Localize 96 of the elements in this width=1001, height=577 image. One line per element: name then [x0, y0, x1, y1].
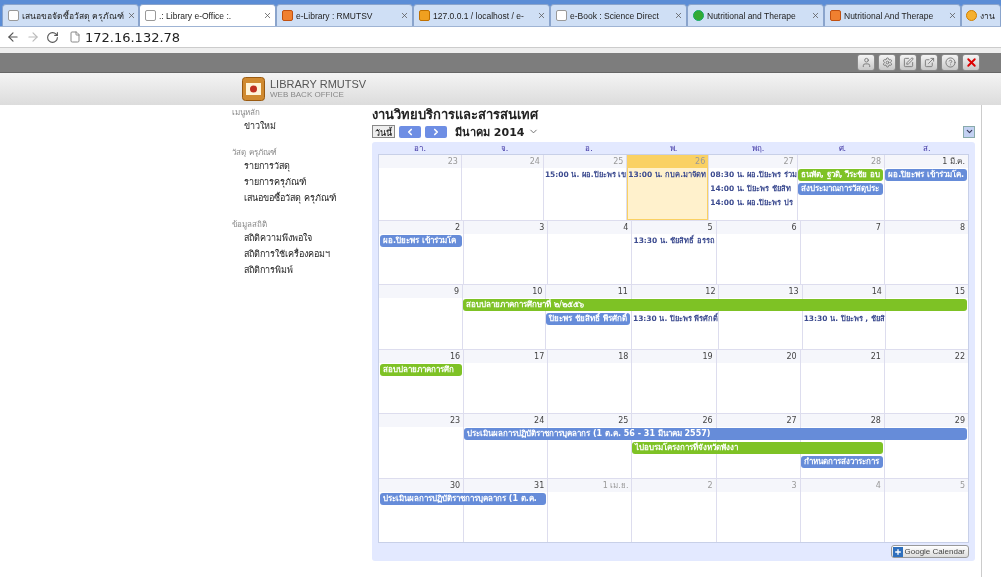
day-number[interactable]: 24 [464, 414, 548, 427]
day-number[interactable]: 7 [800, 220, 884, 234]
day-number[interactable]: 18 [548, 349, 632, 363]
favicon-icon [966, 10, 977, 21]
day-number[interactable]: 13 [719, 285, 802, 298]
close-icon[interactable] [400, 11, 409, 20]
sidebar-link[interactable]: รายการครุภัณฑ์ [232, 174, 368, 190]
logo-icon [242, 77, 265, 101]
day-number[interactable]: 11 [546, 285, 631, 298]
favicon-icon [419, 10, 430, 21]
sidebar-link[interactable]: สถิติการพิมพ์ [232, 262, 368, 278]
close-icon[interactable] [674, 11, 683, 20]
close-icon[interactable] [948, 11, 957, 20]
day-number[interactable]: 10 [463, 285, 546, 298]
forward-icon[interactable] [26, 30, 40, 44]
dropdown-button[interactable] [963, 125, 975, 138]
month-label: มีนาคม 2014 [455, 124, 525, 141]
browser-tab[interactable]: 127.0.0.1 / localhost / e- [413, 4, 550, 26]
day-number[interactable]: 3 [464, 220, 548, 234]
page-icon [69, 31, 81, 43]
sidebar-link[interactable]: เสนอขอซื้อวัสดุ ครุภัณฑ์ [232, 190, 368, 206]
close-icon[interactable] [263, 11, 272, 20]
favicon-icon [145, 10, 156, 21]
day-number[interactable]: 6 [716, 220, 800, 234]
weekday-label: จ. [499, 143, 510, 154]
day-number[interactable]: 29 [884, 414, 968, 427]
chevron-right-icon [431, 126, 441, 137]
favicon-icon [282, 10, 293, 21]
favicon-icon [830, 10, 841, 21]
close-icon[interactable] [811, 11, 820, 20]
day-number[interactable]: 4 [548, 220, 632, 234]
caret-icon [964, 127, 974, 136]
browser-tab[interactable]: .: Library e-Office :. [139, 4, 276, 26]
weekday-label: พฤ. [750, 143, 766, 154]
day-number[interactable]: 28 [800, 414, 884, 427]
sidebar-link[interactable]: สถิติความพึงพอใจ [232, 230, 368, 246]
external-link-icon[interactable] [920, 54, 938, 71]
day-number[interactable]: 15 [885, 285, 968, 298]
day-number[interactable]: 30 [379, 478, 464, 492]
weekday-label: อ. [584, 143, 594, 154]
sidebar-heading: เมนูหลัก [232, 107, 261, 118]
plus-icon [892, 546, 903, 557]
weekday-label: อา. [413, 143, 427, 154]
gear-icon[interactable] [878, 54, 896, 71]
day-number[interactable]: 26 [632, 414, 716, 427]
day-number[interactable]: 31 [464, 478, 548, 492]
day-number[interactable]: 9 [379, 285, 463, 298]
reload-icon[interactable] [46, 30, 59, 44]
browser-tab[interactable]: งาน [961, 4, 1001, 26]
address-field[interactable]: 172.16.132.78 [65, 28, 995, 46]
day-number[interactable]: 17 [464, 349, 548, 363]
favicon-icon [556, 10, 567, 21]
day-number[interactable]: 23 [379, 414, 464, 427]
day-number[interactable]: 1 มี.ค. [885, 155, 968, 168]
day-number[interactable]: 14 [802, 285, 885, 298]
browser-tab[interactable]: Nutritional And Therape [824, 4, 961, 26]
logo-subtitle: WEB BACK OFFICE [270, 90, 345, 99]
weekday-label: ส. [922, 143, 932, 154]
help-icon[interactable] [941, 54, 959, 71]
day-number[interactable]: 2 [379, 220, 464, 234]
browser-tab[interactable]: e-Library : RMUTSV [276, 4, 413, 26]
sidebar-link[interactable]: ข่าวใหม่ [232, 118, 368, 134]
sidebar-link[interactable]: รายการวัสดุ [232, 158, 368, 174]
browser-tab[interactable]: เสนอขอจัดซื้อวัสดุ ครุภัณฑ์ [2, 4, 139, 26]
weekday-label: ศ. [837, 143, 848, 154]
calendar-title: งานวิทยบริการและสารสนเทศ [372, 107, 540, 123]
day-number[interactable]: 20 [716, 349, 800, 363]
browser-tab[interactable]: Nutritional and Therape [687, 4, 824, 26]
browser-tab[interactable]: e-Book : Science Direct [550, 4, 687, 26]
next-button[interactable] [425, 125, 447, 138]
day-number[interactable]: 8 [884, 220, 968, 234]
close-icon[interactable] [537, 11, 546, 20]
day-number[interactable]: 12 [631, 285, 719, 298]
favicon-icon [8, 10, 19, 21]
day-number[interactable]: 21 [800, 349, 884, 363]
back-icon[interactable] [6, 30, 20, 44]
day-number[interactable]: 19 [632, 349, 716, 363]
sidebar-heading: ข้อมูลสถิติ [232, 219, 268, 230]
google-calendar-button[interactable]: Google Calendar [890, 545, 969, 558]
day-number[interactable]: 25 [548, 414, 632, 427]
favicon-icon [693, 10, 704, 21]
pencil-icon[interactable] [899, 54, 917, 71]
day-number[interactable]: 22 [884, 349, 968, 363]
close-icon[interactable] [127, 11, 137, 20]
day-number[interactable]: 27 [716, 414, 800, 427]
sidebar-link[interactable]: สถิติการใช้เครื่องคอมฯ [232, 246, 368, 262]
day-number[interactable]: 16 [379, 349, 464, 363]
sidebar-heading: วัสดุ ครุภัณฑ์ [232, 147, 278, 158]
chevron-left-icon [405, 126, 415, 137]
logo-title: LIBRARY RMUTSV [270, 79, 367, 90]
user-icon[interactable] [857, 54, 875, 71]
previous-button[interactable] [399, 125, 421, 138]
today-button[interactable]: วันนี้ [372, 125, 395, 138]
close-icon[interactable] [962, 54, 980, 71]
day-number[interactable]: 5 [632, 220, 716, 234]
weekday-label: พ. [668, 143, 679, 154]
